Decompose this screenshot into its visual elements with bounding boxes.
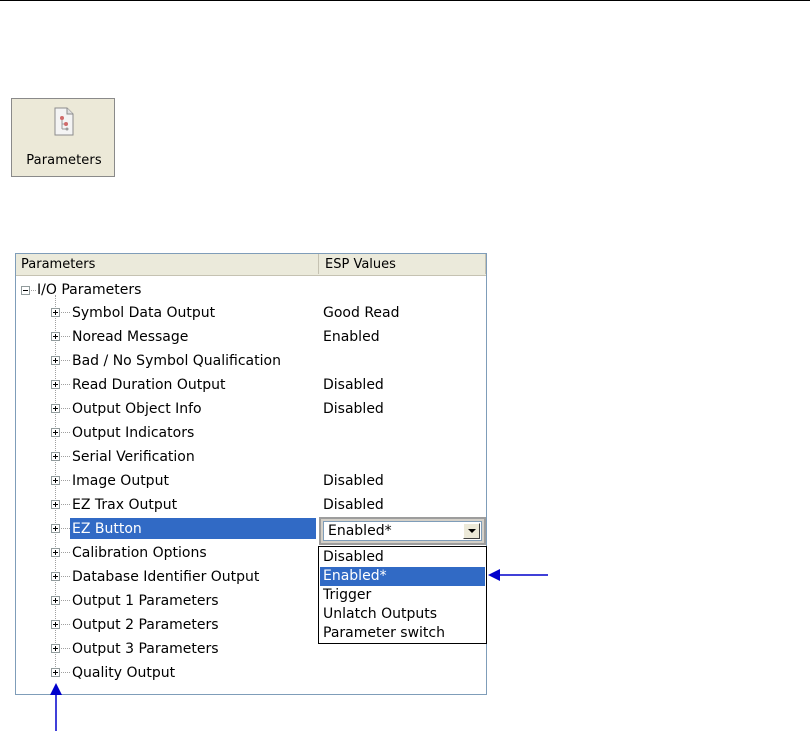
tree-branch-line <box>61 672 70 673</box>
top-rule <box>0 0 810 1</box>
expand-icon[interactable] <box>51 404 60 413</box>
tree-item-value: Disabled <box>323 497 384 513</box>
option-parameter-switch[interactable]: Parameter switch <box>320 624 485 643</box>
tree-branch-line <box>61 480 70 481</box>
collapse-icon[interactable] <box>21 286 30 295</box>
header-parameters[interactable]: Parameters <box>16 254 319 274</box>
tree-row[interactable]: Bad / No Symbol Qualification <box>16 349 486 373</box>
parameters-document-icon <box>54 107 74 136</box>
tree-branch-line <box>61 624 70 625</box>
tree-branch-line <box>61 408 70 409</box>
annotation-arrow-left-icon <box>488 569 548 581</box>
option-unlatch-outputs[interactable]: Unlatch Outputs <box>320 605 485 624</box>
tree-branch-line <box>61 456 70 457</box>
tree-branch-line <box>61 384 70 385</box>
expand-icon[interactable] <box>51 548 60 557</box>
tree-item-label: Output 2 Parameters <box>72 617 219 633</box>
tree-item-label: Noread Message <box>72 329 189 345</box>
tree-branch-line <box>61 600 70 601</box>
ez-button-combobox[interactable]: Enabled* <box>319 517 486 545</box>
tree-item-label: EZ Trax Output <box>72 497 178 513</box>
expand-icon[interactable] <box>51 380 60 389</box>
tree-item-label: Output Indicators <box>72 425 195 441</box>
tree-item-label: Calibration Options <box>72 545 207 561</box>
tree-item-value: Good Read <box>323 305 400 321</box>
parameters-button-label: Parameters <box>26 153 102 168</box>
option-trigger[interactable]: Trigger <box>320 586 485 605</box>
tree-item-value: Disabled <box>323 473 384 489</box>
tree-branch-line <box>61 552 70 553</box>
tree-branch-line <box>61 312 70 313</box>
option-enabled[interactable]: Enabled* <box>320 567 485 586</box>
tree-item-label: Quality Output <box>72 665 176 681</box>
tree-item-label: Bad / No Symbol Qualification <box>72 353 281 369</box>
tree-item-label: Database Identifier Output <box>72 569 260 585</box>
tree-branch-line <box>61 576 70 577</box>
tree-item-label: EZ Button <box>72 521 142 537</box>
tree-row[interactable]: Symbol Data Output Good Read <box>16 301 486 325</box>
expand-icon[interactable] <box>51 620 60 629</box>
tree-item-label: Serial Verification <box>72 449 195 465</box>
tree-item-label: Output Object Info <box>72 401 202 417</box>
tree-branch-line <box>61 528 70 529</box>
combobox-value: Enabled* <box>328 523 392 539</box>
tree-item-value: Disabled <box>323 377 384 393</box>
dropdown-arrow-icon[interactable] <box>463 523 480 539</box>
tree-row[interactable]: EZ Trax Output Disabled <box>16 493 486 517</box>
expand-icon[interactable] <box>51 644 60 653</box>
tree-header: Parameters ESP Values <box>16 254 486 276</box>
expand-icon[interactable] <box>51 332 60 341</box>
tree-item-label: Output 3 Parameters <box>72 641 219 657</box>
tree-root-label: I/O Parameters <box>37 282 142 298</box>
expand-icon[interactable] <box>51 668 60 677</box>
parameters-button[interactable]: Parameters <box>11 98 115 177</box>
tree-row[interactable]: Serial Verification <box>16 445 486 469</box>
tree-item-label: Read Duration Output <box>72 377 226 393</box>
expand-icon[interactable] <box>51 572 60 581</box>
header-esp-values[interactable]: ESP Values <box>319 254 486 274</box>
tree-item-label: Symbol Data Output <box>72 305 216 321</box>
tree-row[interactable]: Quality Output <box>16 661 486 685</box>
expand-icon[interactable] <box>51 596 60 605</box>
tree-item-value: Disabled <box>323 401 384 417</box>
ez-button-dropdown-list: Disabled Enabled* Trigger Unlatch Output… <box>318 546 487 644</box>
tree-row[interactable]: Output Indicators <box>16 421 486 445</box>
expand-icon[interactable] <box>51 308 60 317</box>
expand-icon[interactable] <box>51 452 60 461</box>
expand-icon[interactable] <box>51 356 60 365</box>
expand-icon[interactable] <box>51 524 60 533</box>
expand-icon[interactable] <box>51 500 60 509</box>
expand-icon[interactable] <box>51 476 60 485</box>
tree-branch-line <box>61 336 70 337</box>
tree-item-label: Image Output <box>72 473 169 489</box>
expand-icon[interactable] <box>51 428 60 437</box>
option-disabled[interactable]: Disabled <box>320 548 485 567</box>
tree-row[interactable]: Output Object Info Disabled <box>16 397 486 421</box>
tree-branch-line <box>61 360 70 361</box>
tree-branch-line <box>61 648 70 649</box>
annotation-arrow-up-icon <box>50 683 62 731</box>
tree-item-label: Output 1 Parameters <box>72 593 219 609</box>
parameters-tree-panel: Parameters ESP Values I/O Parameters Sym… <box>15 253 487 695</box>
tree-row[interactable]: Read Duration Output Disabled <box>16 373 486 397</box>
tree-item-value: Enabled <box>323 329 380 345</box>
tree-branch-line <box>61 432 70 433</box>
tree-row[interactable]: Image Output Disabled <box>16 469 486 493</box>
tree-branch-line <box>61 504 70 505</box>
tree-row[interactable]: Noread Message Enabled <box>16 325 486 349</box>
